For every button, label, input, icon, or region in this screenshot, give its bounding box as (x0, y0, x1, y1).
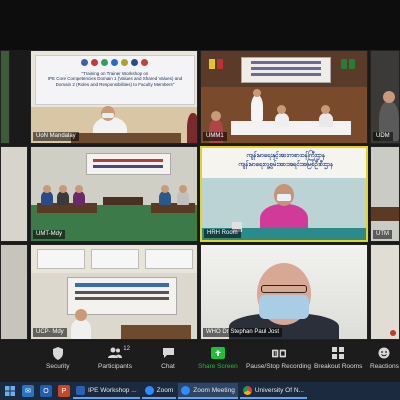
video-tile-hrh-room[interactable]: ကျန်းမာရေးနှင့်အားကစားဝန်ကြီးဌာန ကျန်းမာ… (200, 146, 368, 242)
chat-bubble-icon (161, 346, 175, 360)
taskbar-zoom-meeting-label: Zoom Meeting (193, 386, 235, 394)
video-tile-ucp-mdy[interactable]: UCP- Mdy (30, 244, 198, 340)
taskbar-word-document[interactable]: IPE Workshop ... (73, 383, 140, 399)
windows-start-icon[interactable] (4, 385, 16, 397)
participant-name-label: UMT-Mdy (33, 230, 65, 239)
banner-line-3: Domain 2 (Roles and Responsibilities) to… (55, 81, 175, 87)
banner-line-2: IPE Core Competencies Domain 1 (Values a… (47, 76, 183, 82)
meeting-toolbar: Security 12 Participants Chat Share Scre… (0, 342, 400, 382)
outlook-icon[interactable]: O (40, 385, 52, 397)
taskbar-word-label: IPE Workshop ... (88, 386, 137, 394)
video-tile-udm[interactable]: UDM (370, 50, 400, 144)
video-tile-right-edge-3[interactable] (370, 244, 400, 340)
pause-stop-icon (271, 346, 286, 360)
participant-count: 12 (123, 346, 130, 352)
muted-mic-icon (390, 330, 396, 336)
breakout-rooms-button[interactable]: Breakout Rooms (314, 346, 362, 370)
recording-label: Pause/Stop Recording (246, 363, 312, 370)
smiley-icon (377, 346, 391, 360)
people-icon: 12 (107, 346, 130, 360)
participants-button[interactable]: 12 Participants (98, 346, 132, 370)
taskbar-zoom[interactable]: Zoom (141, 383, 177, 399)
banner-line-2: ကျန်းမာရေးလူ့စွမ်းအားအရင်းအမြစ်ဦးစီးဌာန (238, 162, 334, 168)
security-label: Security (46, 363, 70, 370)
video-tile-utm[interactable]: UTM (370, 146, 400, 242)
participant-name-label: UCP- Mdy (33, 328, 67, 337)
participant-name-label: WHO Dr Stephan Paul Jost (203, 328, 283, 337)
taskbar-chrome[interactable]: University Of N... (239, 383, 307, 399)
participant-name-label: UTM (373, 230, 392, 239)
video-tile-umt-mdy[interactable]: UMT-Mdy (30, 146, 198, 242)
recording-button[interactable]: Pause/Stop Recording (246, 346, 311, 370)
security-button[interactable]: Security (46, 346, 69, 370)
reactions-button[interactable]: Reactions (370, 346, 399, 370)
participant-name-label: HRH Room (204, 229, 241, 238)
share-screen-label: Share Screen (198, 363, 238, 370)
word-icon (76, 385, 85, 395)
participant-name-label: UDM (373, 132, 393, 141)
breakout-rooms-icon (331, 346, 345, 360)
zoom-meeting-icon (181, 385, 191, 395)
powerpoint-icon[interactable]: P (58, 385, 70, 397)
zoom-icon (144, 385, 154, 395)
os-taskbar: ✉ O P IPE Workshop ... Zoom Zoom Meeting… (0, 382, 400, 400)
participant-name-label: UoN Mandalay (33, 132, 79, 141)
video-grid: "Training on Trainer Workshop on IPE Cor… (0, 50, 400, 342)
chat-label: Chat (161, 363, 175, 370)
taskbar-zoom-meeting[interactable]: Zoom Meeting (178, 383, 238, 399)
participants-label: Participants (98, 363, 132, 370)
participant-name-label: UMM1 (203, 132, 227, 141)
video-tile-who[interactable]: WHO Dr Stephan Paul Jost (200, 244, 368, 340)
share-screen-icon (210, 346, 225, 360)
video-tile-left-edge-1[interactable] (0, 50, 10, 144)
taskbar-zoom-label: Zoom (156, 386, 174, 394)
taskbar-chrome-label: University Of N... (254, 386, 304, 394)
video-tile-umm1[interactable]: UMM1 (200, 50, 368, 144)
banner-line-1: ကျန်းမာရေးနှင့်အားကစားဝန်ကြီးဌာန (246, 153, 326, 159)
video-tile-uon-mandalay[interactable]: "Training on Trainer Workshop on IPE Cor… (30, 50, 198, 144)
video-tile-left-edge-2[interactable] (0, 146, 28, 242)
share-screen-button[interactable]: Share Screen (198, 346, 238, 370)
reactions-label: Reactions (370, 363, 399, 370)
breakout-rooms-label: Breakout Rooms (314, 363, 363, 370)
shield-icon (51, 346, 65, 360)
mail-icon[interactable]: ✉ (22, 385, 34, 397)
chat-button[interactable]: Chat (161, 346, 175, 370)
video-tile-left-edge-3[interactable] (0, 244, 28, 340)
chrome-icon (242, 385, 252, 395)
